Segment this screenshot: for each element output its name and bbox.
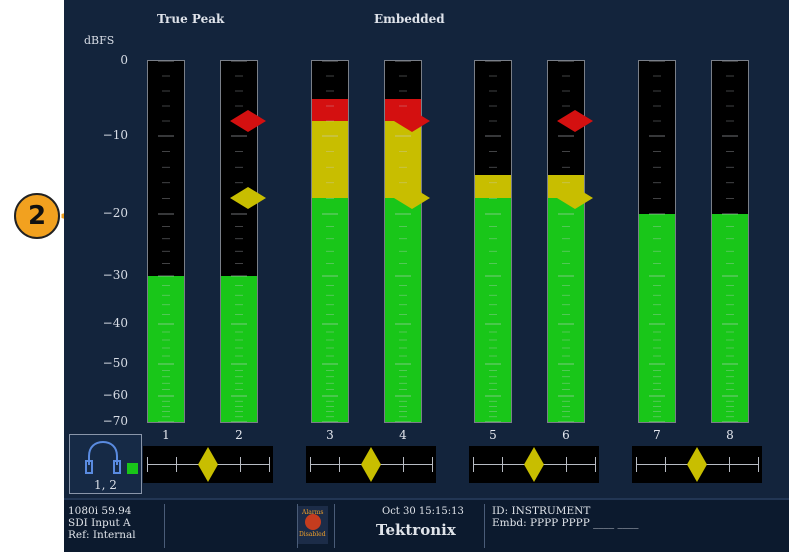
headphone-channel-label: 1, 2 <box>94 478 117 492</box>
scale-tick-label: −40 <box>102 316 128 330</box>
phase-indicator-diamond <box>198 447 218 482</box>
scale-tick-label: 0 <box>120 53 128 67</box>
phase-indicator-diamond <box>361 447 381 482</box>
test-threshold-marker <box>393 187 430 210</box>
meter-scale-ticks <box>485 61 501 422</box>
embedded-status: Embd: PPPP PPPP ____ ____ <box>492 517 639 529</box>
phase-correlation-meter-5-6 <box>469 446 599 483</box>
over-threshold-marker <box>230 110 266 132</box>
instrument-id: ID: INSTRUMENT <box>492 505 591 517</box>
phase-indicator-diamond <box>524 447 544 482</box>
over-threshold-marker <box>393 110 430 132</box>
test-threshold-marker <box>557 187 593 210</box>
meter-scale-ticks <box>722 61 738 422</box>
embedded-header: Embedded <box>374 12 445 26</box>
headphone-source-box[interactable]: 1, 2 <box>69 434 142 494</box>
channel-number-label: 7 <box>653 428 661 442</box>
channel-number-label: 6 <box>562 428 570 442</box>
alarm-label: Alarms <box>302 509 324 516</box>
headphones-icon <box>85 440 121 474</box>
phase-indicator-diamond <box>687 447 707 482</box>
date-time: Oct 30 15:15:13 <box>382 506 464 517</box>
alarm-status-box[interactable]: Alarms Disabled <box>298 506 328 544</box>
channel-number-label: 4 <box>399 428 407 442</box>
level-meter-channel-8 <box>711 60 749 423</box>
scale-tick-label: −60 <box>102 388 128 402</box>
scale-tick-label: −30 <box>102 268 128 282</box>
channel-number-label: 2 <box>235 428 243 442</box>
over-threshold-marker <box>557 110 593 132</box>
meter-scale-ticks <box>322 61 338 422</box>
phase-correlation-meter-1-2 <box>143 446 273 483</box>
video-format: 1080i 59.94 <box>68 505 132 517</box>
status-bar: 1080i 59.94 SDI Input A Ref: Internal Al… <box>64 498 789 552</box>
test-threshold-marker <box>230 187 266 210</box>
alarm-icon <box>305 514 321 530</box>
headphone-active-indicator <box>127 463 138 474</box>
meter-scale-ticks <box>649 61 665 422</box>
level-meter-channel-1 <box>147 60 185 423</box>
meter-scale-ticks <box>158 61 174 422</box>
brand-logo: Tektronix <box>376 521 456 539</box>
alarm-state: Disabled <box>299 531 326 538</box>
level-meter-channel-7 <box>638 60 676 423</box>
phase-correlation-meter-7-8 <box>632 446 762 483</box>
level-meter-channel-3 <box>311 60 349 423</box>
channel-number-label: 5 <box>489 428 497 442</box>
phase-correlation-meter-3-4 <box>306 446 436 483</box>
scale-tick-label: −10 <box>102 128 128 142</box>
channel-number-label: 8 <box>726 428 734 442</box>
channel-number-label: 1 <box>162 428 170 442</box>
scale-unit-label: dBFS <box>84 34 115 47</box>
reference-source: Ref: Internal <box>68 529 136 541</box>
true-peak-header: True Peak <box>157 12 225 26</box>
channel-number-label: 3 <box>326 428 334 442</box>
scale-tick-label: −20 <box>102 206 128 220</box>
scale-tick-label: −50 <box>102 356 128 370</box>
scale-tick-label: −70 <box>102 414 128 428</box>
level-meter-channel-5 <box>474 60 512 423</box>
input-source: SDI Input A <box>68 517 131 529</box>
